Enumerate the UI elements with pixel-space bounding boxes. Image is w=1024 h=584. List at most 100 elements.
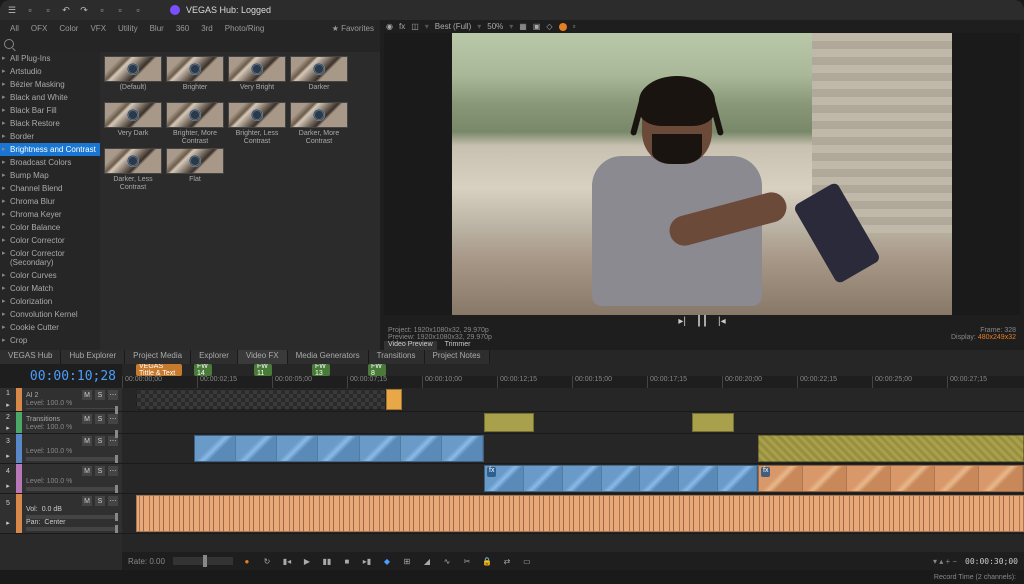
track-header[interactable]: 3▸MS⋯Level: 100.0 %: [0, 434, 122, 464]
fx-tab-360[interactable]: 360: [170, 22, 195, 35]
play-button[interactable]: ▶: [301, 555, 313, 567]
search-icon[interactable]: [4, 39, 14, 49]
preview-snap-icon[interactable]: ▫: [573, 22, 576, 31]
tool-cut-icon[interactable]: ✂: [461, 555, 473, 567]
clip-video-a[interactable]: [194, 435, 484, 462]
clip-title[interactable]: [136, 389, 386, 410]
tool-ripple-icon[interactable]: ⇄: [501, 555, 513, 567]
preview-tool-icon[interactable]: ◇: [546, 22, 552, 31]
fx-tab-color[interactable]: Color: [53, 22, 84, 35]
preview-overlay-icon[interactable]: ▦: [519, 22, 527, 31]
rate-slider[interactable]: [173, 557, 233, 565]
fx-preset[interactable]: Flat: [166, 148, 224, 190]
track-header[interactable]: 5▸MS⋯Vol:0.0 dBPan:Center: [0, 494, 122, 534]
fx-category-item[interactable]: Color Balance: [0, 221, 100, 234]
fx-preset[interactable]: (Default): [104, 56, 162, 98]
btab-projectnotes[interactable]: Project Notes: [425, 350, 490, 364]
level-slider[interactable]: [26, 457, 118, 461]
doc-icon[interactable]: ▫: [42, 4, 54, 16]
fx-category-item[interactable]: Convolution Kernel: [0, 308, 100, 321]
fx-category-item[interactable]: Channel Blend: [0, 182, 100, 195]
fx-category-item[interactable]: Color Corrector (Secondary): [0, 247, 100, 269]
fx-preset[interactable]: Very Bright: [228, 56, 286, 98]
level-slider[interactable]: [26, 408, 118, 409]
track-more-button[interactable]: ⋯: [108, 414, 118, 424]
fx-category-item[interactable]: Border: [0, 130, 100, 143]
undo-icon[interactable]: ↶: [60, 4, 72, 16]
fx-badge[interactable]: fx: [487, 467, 496, 477]
go-end-button[interactable]: ▸▮: [361, 555, 373, 567]
fx-preset[interactable]: Brighter, More Contrast: [166, 102, 224, 144]
fx-category-item[interactable]: Color Match: [0, 282, 100, 295]
fx-category-item[interactable]: Chroma Keyer: [0, 208, 100, 221]
save-icon[interactable]: ▫: [24, 4, 36, 16]
zoom-controls[interactable]: ▾ ▴ + −: [933, 557, 957, 566]
loop-button[interactable]: ↻: [261, 555, 273, 567]
track-s-button[interactable]: S: [95, 390, 105, 400]
vol-slider[interactable]: [26, 515, 118, 519]
track-m-button[interactable]: M: [82, 436, 92, 446]
preview-split-icon[interactable]: ◫: [411, 22, 419, 31]
track-1[interactable]: [122, 388, 1024, 412]
preview-pause-icon[interactable]: ┃┃: [696, 316, 708, 327]
tool2-icon[interactable]: ▫: [114, 4, 126, 16]
fx-category-item[interactable]: Artstudio: [0, 65, 100, 78]
timecode[interactable]: 00:00:10;28: [0, 364, 122, 388]
tool-lock-icon[interactable]: 🔒: [481, 555, 493, 567]
tool-fade-icon[interactable]: ◢: [421, 555, 433, 567]
tab-video-preview[interactable]: Video Preview: [384, 341, 437, 350]
preview-viewport[interactable]: [384, 33, 1020, 315]
btab-vegashub[interactable]: VEGAS Hub: [0, 350, 61, 364]
fx-category-item[interactable]: Broadcast Colors: [0, 156, 100, 169]
tool-env-icon[interactable]: ∿: [441, 555, 453, 567]
preview-record-icon[interactable]: [559, 23, 567, 31]
pause-button[interactable]: ▮▮: [321, 555, 333, 567]
fx-category-item[interactable]: Crop: [0, 334, 100, 347]
track-s-button[interactable]: S: [95, 466, 105, 476]
fx-tab-3rd[interactable]: 3rd: [195, 22, 219, 35]
btab-mediagen[interactable]: Media Generators: [288, 350, 369, 364]
preview-next-icon[interactable]: |◂: [718, 316, 726, 327]
pan-slider[interactable]: [26, 527, 118, 531]
menu-icon[interactable]: ☰: [6, 4, 18, 16]
track-s-button[interactable]: S: [95, 496, 105, 506]
timeline-marker[interactable]: VEGAS Tittle & Text: [136, 364, 182, 376]
fx-category-item[interactable]: Brightness and Contrast: [0, 143, 100, 156]
redo-icon[interactable]: ↷: [78, 4, 90, 16]
go-start-button[interactable]: ▮◂: [281, 555, 293, 567]
hub-icon[interactable]: [170, 5, 180, 15]
stop-button[interactable]: ■: [341, 555, 353, 567]
record-button[interactable]: ●: [241, 555, 253, 567]
fx-category-item[interactable]: Black and White: [0, 91, 100, 104]
clip-trans-1[interactable]: [484, 413, 534, 432]
timeline-marker[interactable]: FW 14: [194, 364, 212, 376]
fx-category-item[interactable]: Black Restore: [0, 117, 100, 130]
track-m-button[interactable]: M: [82, 466, 92, 476]
preview-prev-icon[interactable]: ▸|: [678, 316, 686, 327]
clip-trans-2[interactable]: [692, 413, 734, 432]
track-header[interactable]: 2▸TransitionsMS⋯Level: 100.0 %: [0, 412, 122, 434]
fx-badge-2[interactable]: fx: [761, 467, 770, 477]
fx-tab-all[interactable]: All: [4, 22, 25, 35]
tab-trimmer[interactable]: Trimmer: [445, 341, 471, 350]
fx-tab-ofx[interactable]: OFX: [25, 22, 53, 35]
fx-category-item[interactable]: Color Corrector: [0, 234, 100, 247]
track-header[interactable]: 4▸MS⋯Level: 100.0 %: [0, 464, 122, 494]
tool-snap-icon[interactable]: ⊞: [401, 555, 413, 567]
fx-category-item[interactable]: Cookie Cutter: [0, 321, 100, 334]
marker-row[interactable]: VEGAS Tittle & TextFW 14FW 11FW 13FW 8: [122, 364, 1024, 376]
tool1-icon[interactable]: ▫: [96, 4, 108, 16]
clip-olive-tex[interactable]: [758, 435, 1024, 462]
btab-explorer[interactable]: Explorer: [191, 350, 238, 364]
track-more-button[interactable]: ⋯: [108, 466, 118, 476]
track-header[interactable]: 1▸AI 2MS⋯Level: 100.0 %: [0, 388, 122, 412]
fx-category-item[interactable]: Bézier Masking: [0, 78, 100, 91]
track-more-button[interactable]: ⋯: [108, 390, 118, 400]
track-s-button[interactable]: S: [95, 414, 105, 424]
fx-preset[interactable]: Brighter: [166, 56, 224, 98]
timeline-ruler[interactable]: 00:00:00;0000:00:02;1500:00:05;0000:00:0…: [122, 376, 1024, 388]
fx-category-item[interactable]: All Plug-Ins: [0, 52, 100, 65]
btab-projectmedia[interactable]: Project Media: [125, 350, 191, 364]
track-m-button[interactable]: M: [82, 390, 92, 400]
preview-zoom[interactable]: 50%: [487, 22, 503, 31]
